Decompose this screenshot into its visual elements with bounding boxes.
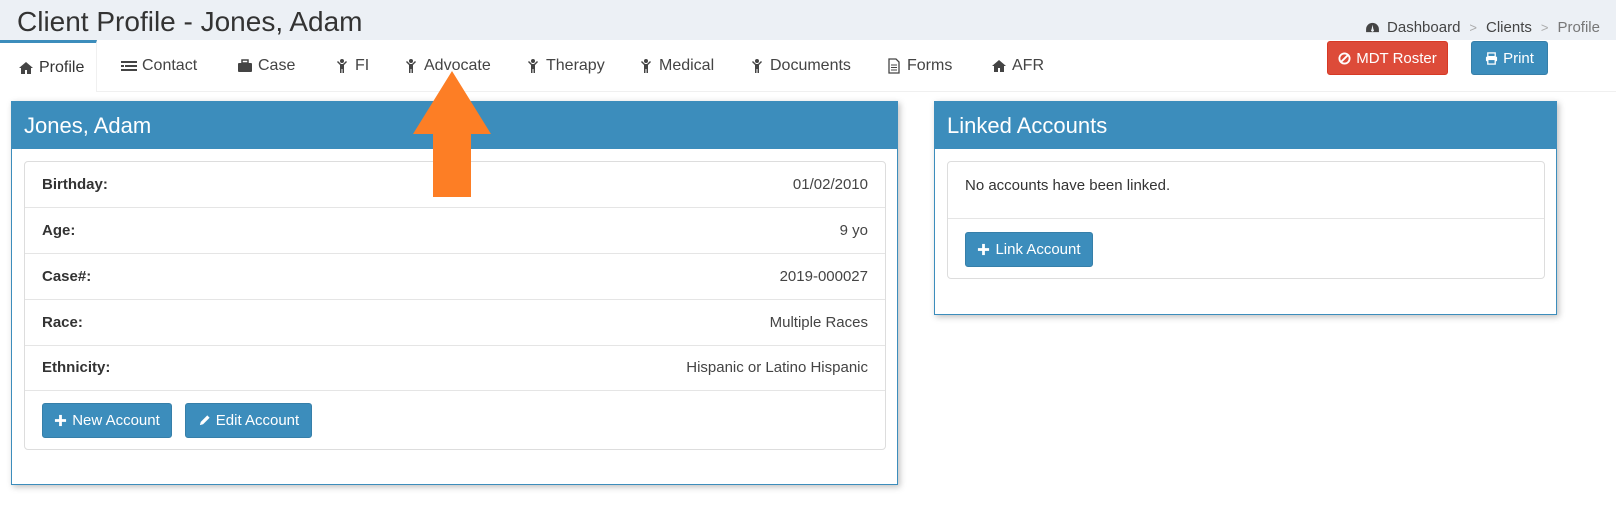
mdt-roster-label: MDT Roster (1356, 49, 1437, 67)
field-label: Ethnicity: (42, 359, 111, 376)
home-icon (992, 60, 1006, 72)
breadcrumb-dashboard[interactable]: Dashboard (1365, 19, 1460, 36)
tab-label: Documents (770, 57, 851, 74)
child-icon (641, 59, 651, 73)
field-row-case: Case#: 2019-000027 (25, 254, 885, 300)
field-label: Birthday: (42, 176, 108, 193)
field-row-age: Age: 9 yo (25, 208, 885, 254)
field-value: 2019-000027 (779, 268, 868, 285)
tab-label: Forms (907, 57, 953, 74)
field-label: Age: (42, 222, 76, 239)
tab-case[interactable]: Case (237, 40, 295, 92)
breadcrumb-separator: > (1540, 20, 1549, 35)
breadcrumb-dashboard-label: Dashboard (1387, 19, 1461, 36)
field-value: Hispanic or Latino Hispanic (686, 359, 868, 376)
annotation-arrow-up-icon (413, 71, 491, 197)
link-account-button[interactable]: Link Account (965, 232, 1093, 267)
linked-accounts-panel: Linked Accounts No accounts have been li… (934, 101, 1557, 315)
tab-documents[interactable]: Documents (749, 40, 851, 92)
tab-fi[interactable]: FI (334, 40, 369, 92)
print-button[interactable]: Print (1471, 41, 1548, 75)
child-icon (752, 59, 762, 73)
field-label: Race: (42, 314, 83, 331)
tab-label: FI (355, 57, 370, 74)
tab-label: Therapy (546, 57, 605, 74)
linked-accounts-box: No accounts have been linked. Link Accou… (947, 161, 1545, 279)
field-row-race: Race: Multiple Races (25, 300, 885, 346)
edit-account-button[interactable]: Edit Account (185, 403, 312, 438)
field-row-ethnicity: Ethnicity: Hispanic or Latino Hispanic (25, 345, 885, 391)
field-value: 9 yo (839, 222, 868, 239)
linked-accounts-title: Linked Accounts (935, 102, 1556, 149)
field-label: Case#: (42, 268, 92, 285)
tab-label: Contact (142, 57, 198, 74)
tab-label: Medical (659, 57, 715, 74)
list-icon (121, 61, 137, 71)
ban-icon (1338, 51, 1351, 65)
field-value: 01/02/2010 (792, 176, 868, 193)
pencil-icon (199, 415, 210, 426)
dashboard-icon (1366, 22, 1379, 33)
new-account-button[interactable]: New Account (42, 403, 172, 438)
print-icon (1486, 51, 1498, 65)
plus-icon (55, 414, 67, 427)
tab-contact[interactable]: Contact (121, 40, 197, 92)
tab-label: Profile (39, 58, 85, 76)
home-icon (19, 61, 33, 74)
new-account-label: New Account (72, 412, 160, 429)
breadcrumb-clients[interactable]: Clients (1486, 19, 1532, 36)
tab-medical[interactable]: Medical (638, 40, 714, 92)
page-header: Client Profile - Jones, Adam Dashboard >… (0, 0, 1616, 40)
tab-profile[interactable]: Profile (0, 40, 97, 92)
breadcrumb: Dashboard > Clients > Profile (1365, 19, 1600, 36)
breadcrumb-profile: Profile (1557, 19, 1600, 36)
link-account-label: Link Account (995, 241, 1081, 258)
print-label: Print (1503, 49, 1534, 67)
breadcrumb-separator: > (1469, 20, 1478, 35)
child-icon (528, 59, 538, 73)
tab-label: AFR (1012, 57, 1044, 74)
child-icon (337, 59, 347, 73)
edit-account-label: Edit Account (215, 412, 300, 429)
divider (948, 218, 1544, 219)
page-title: Client Profile - Jones, Adam (17, 6, 363, 37)
field-value: Multiple Races (769, 314, 868, 331)
file-icon (888, 58, 900, 74)
client-details-box: Birthday: 01/02/2010 Age: 9 yo Case#: 20… (24, 161, 886, 450)
no-accounts-message: No accounts have been linked. (965, 177, 1171, 194)
mdt-roster-button[interactable]: MDT Roster (1327, 41, 1448, 75)
tab-label: Case (258, 57, 296, 74)
tab-therapy[interactable]: Therapy (525, 40, 605, 92)
plus-icon (978, 243, 990, 256)
tab-afr[interactable]: AFR (991, 40, 1044, 92)
tab-forms[interactable]: Forms (886, 40, 952, 92)
briefcase-icon (238, 59, 252, 72)
